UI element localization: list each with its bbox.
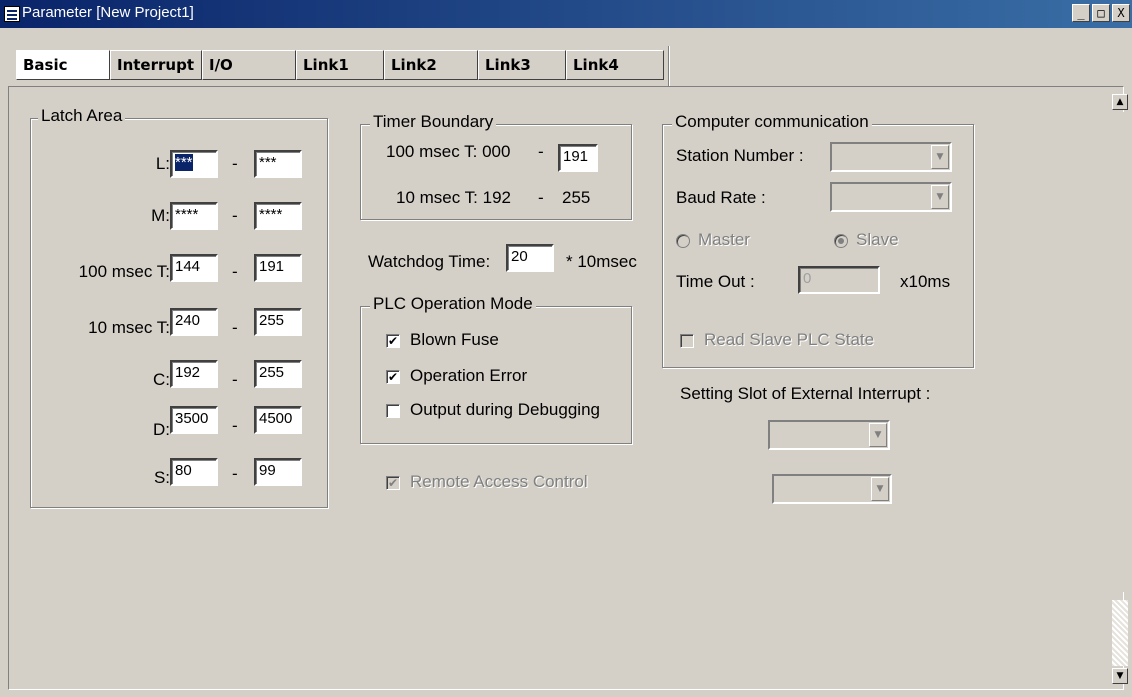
tab-link3[interactable]: Link3 [478, 50, 566, 80]
external-interrupt-combo-1[interactable]: ▼ [768, 420, 890, 450]
scrollbar-thumb[interactable] [1112, 600, 1128, 666]
watchdog-unit: * 10msec [566, 252, 637, 271]
minimize-button[interactable]: _ [1072, 4, 1090, 22]
timer-10msec-label: 10 msec T: 192 [396, 188, 511, 207]
timer-dash: - [538, 188, 544, 207]
plc-operation-mode-title: PLC Operation Mode [370, 294, 536, 314]
time-out-input[interactable]: 0 [798, 266, 880, 294]
baud-rate-combo[interactable]: ▼ [830, 182, 952, 212]
watchdog-input[interactable]: 20 [506, 244, 554, 272]
operation-error-checkbox[interactable]: ✔ [386, 370, 400, 384]
close-button[interactable]: X [1112, 4, 1130, 22]
latch-s-to-input[interactable]: 99 [254, 458, 302, 486]
latch-label-c: C: [153, 370, 170, 389]
latch-label-d: D: [153, 420, 170, 439]
tab-link4[interactable]: Link4 [566, 50, 664, 80]
remote-access-label: Remote Access Control [410, 472, 588, 491]
latch-100msec-from-input[interactable]: 144 [170, 254, 218, 282]
latch-label-m: M: [151, 206, 170, 225]
computer-communication-title: Computer communication [672, 112, 872, 132]
latch-d-from-input[interactable]: 3500 [170, 406, 218, 434]
latch-m-to-input[interactable]: **** [254, 202, 302, 230]
station-number-label: Station Number : [676, 146, 804, 165]
latch-s-from-input[interactable]: 80 [170, 458, 218, 486]
latch-dash: - [232, 154, 238, 173]
latch-dash: - [232, 206, 238, 225]
latch-c-to-input[interactable]: 255 [254, 360, 302, 388]
latch-l-from-value: *** [175, 154, 193, 171]
external-interrupt-label: Setting Slot of External Interrupt : [680, 384, 931, 403]
latch-label-l: L: [155, 154, 170, 173]
chevron-down-icon: ▼ [931, 185, 949, 209]
latch-dash: - [232, 370, 238, 389]
output-debugging-checkbox[interactable] [386, 404, 400, 418]
latch-label-10msec-t: 10 msec T: [88, 318, 170, 337]
scrollbar-track[interactable] [1112, 112, 1128, 592]
blown-fuse-checkbox[interactable]: ✔ [386, 334, 400, 348]
remote-access-checkbox[interactable]: ✔ [386, 476, 400, 490]
chevron-down-icon: ▼ [871, 477, 889, 501]
timer-100msec-input[interactable]: 191 [558, 144, 598, 172]
latch-label-s: S: [153, 468, 170, 487]
latch-d-to-input[interactable]: 4500 [254, 406, 302, 434]
tab-link1[interactable]: Link1 [296, 50, 384, 80]
latch-c-from-input[interactable]: 192 [170, 360, 218, 388]
app-icon [4, 6, 20, 22]
latch-dash: - [232, 464, 238, 483]
read-slave-plc-state-label: Read Slave PLC State [704, 330, 875, 349]
slave-radio[interactable] [834, 234, 848, 248]
latch-dash: - [232, 262, 238, 281]
latch-100msec-to-input[interactable]: 191 [254, 254, 302, 282]
slave-label: Slave [856, 230, 899, 249]
tab-interrupt[interactable]: Interrupt [110, 50, 202, 80]
blown-fuse-label[interactable]: Blown Fuse [410, 330, 499, 350]
output-debugging-label[interactable]: Output during Debugging [410, 400, 600, 420]
scroll-down-arrow-icon[interactable]: ▼ [1112, 668, 1128, 684]
tab-io[interactable]: I/O [202, 50, 296, 80]
check-icon: ✔ [387, 370, 399, 384]
external-interrupt-combo-2[interactable]: ▼ [772, 474, 892, 504]
latch-area-title: Latch Area [38, 106, 126, 126]
tab-separator [668, 46, 670, 86]
read-slave-plc-state-checkbox[interactable] [680, 334, 694, 348]
master-radio[interactable] [676, 234, 690, 248]
timer-boundary-title: Timer Boundary [370, 112, 497, 132]
scroll-up-arrow-icon[interactable]: ▲ [1112, 94, 1128, 110]
chevron-down-icon: ▼ [931, 145, 949, 169]
window-title: Parameter [New Project1] [22, 4, 194, 21]
timer-10msec-value: 255 [562, 188, 591, 207]
tab-link2[interactable]: Link2 [384, 50, 478, 80]
timer-100msec-label: 100 msec T: 000 [386, 142, 511, 161]
tab-basic[interactable]: Basic [16, 50, 110, 80]
baud-rate-label: Baud Rate : [676, 188, 766, 207]
check-icon: ✔ [387, 334, 399, 348]
latch-10msec-to-input[interactable]: 255 [254, 308, 302, 336]
check-icon: ✔ [387, 476, 399, 490]
time-out-label: Time Out : [676, 272, 755, 291]
latch-l-from-input[interactable]: *** [170, 150, 218, 178]
watchdog-label: Watchdog Time: [368, 252, 491, 271]
latch-dash: - [232, 318, 238, 337]
station-number-combo[interactable]: ▼ [830, 142, 952, 172]
timer-dash: - [538, 142, 544, 161]
chevron-down-icon: ▼ [869, 423, 887, 447]
latch-m-from-input[interactable]: **** [170, 202, 218, 230]
master-label: Master [698, 230, 750, 249]
latch-label-100msec-t: 100 msec T: [78, 262, 170, 281]
maximize-button[interactable]: □ [1092, 4, 1110, 22]
latch-10msec-from-input[interactable]: 240 [170, 308, 218, 336]
operation-error-label[interactable]: Operation Error [410, 366, 527, 386]
latch-l-to-input[interactable]: *** [254, 150, 302, 178]
latch-dash: - [232, 416, 238, 435]
time-out-unit: x10ms [900, 272, 951, 291]
